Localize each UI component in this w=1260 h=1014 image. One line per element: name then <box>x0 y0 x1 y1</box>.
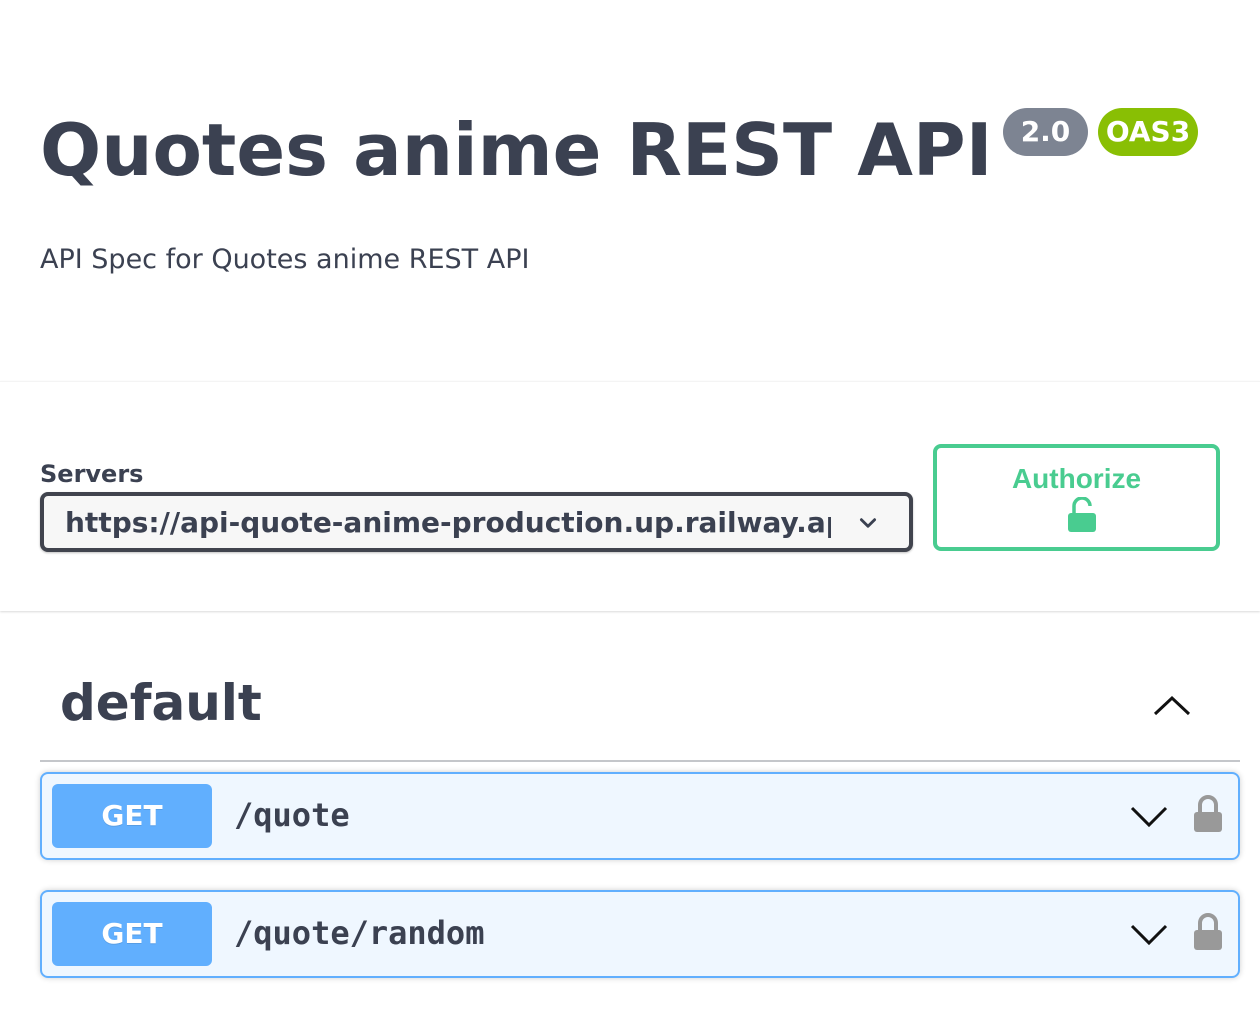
chevron-down-icon[interactable] <box>1130 922 1168 948</box>
scheme-container: Servers https://api-quote-anime-producti… <box>0 381 1260 611</box>
servers-select[interactable]: https://api-quote-anime-production.up.ra… <box>40 492 913 552</box>
method-badge: GET <box>52 784 212 848</box>
chevron-down-icon[interactable] <box>1130 804 1168 830</box>
operation-path: /quote <box>234 796 350 834</box>
api-description: API Spec for Quotes anime REST API <box>40 244 530 275</box>
servers-label: Servers <box>40 460 144 488</box>
servers-selected-value: https://api-quote-anime-production.up.ra… <box>65 506 831 539</box>
chevron-up-icon[interactable] <box>1152 690 1192 720</box>
authorize-button[interactable]: Authorize <box>933 444 1220 551</box>
lock-icon[interactable] <box>1192 912 1224 952</box>
chevron-down-icon <box>859 518 877 528</box>
page-title: Quotes anime REST API <box>40 108 993 192</box>
opblock-get-quote-random[interactable]: GET /quote/random <box>40 890 1240 978</box>
api-info: Quotes anime REST API 2.0 OAS3 API Spec … <box>40 0 1220 380</box>
lock-icon[interactable] <box>1192 794 1224 834</box>
opblock-get-quote[interactable]: GET /quote <box>40 772 1240 860</box>
tag-name: default <box>60 674 262 732</box>
oas-badge: OAS3 <box>1098 108 1198 156</box>
method-badge: GET <box>52 902 212 966</box>
authorize-label: Authorize <box>1011 463 1142 494</box>
tag-section-default: default GET /quote GET /quote/random <box>40 662 1240 978</box>
version-badge: 2.0 <box>1003 108 1088 156</box>
tag-header[interactable]: default <box>40 662 1240 762</box>
lock-open-icon <box>1068 497 1096 532</box>
operation-path: /quote/random <box>234 914 485 952</box>
